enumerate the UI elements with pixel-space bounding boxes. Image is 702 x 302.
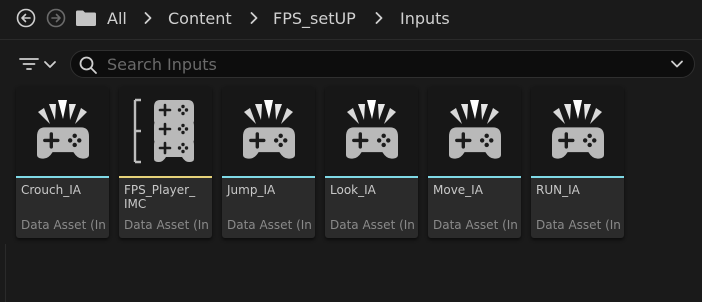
- breadcrumb-item-all[interactable]: All: [107, 9, 127, 28]
- asset-name: Look_IA: [330, 183, 376, 197]
- asset-type-label: Data Asset (In...: [330, 218, 416, 232]
- asset-type-color-bar: [428, 176, 521, 178]
- divider: [0, 39, 702, 40]
- chevron-down-icon: [44, 61, 56, 68]
- input-action-icon: [243, 100, 295, 159]
- breadcrumb-item-content[interactable]: Content: [168, 9, 232, 28]
- back-arrow-icon: [16, 8, 36, 28]
- asset-type-label: Data Asset (In...: [433, 218, 519, 232]
- input-action-icon: [37, 100, 89, 159]
- asset-type-color-bar: [531, 176, 624, 178]
- asset-thumbnail: [16, 86, 109, 176]
- asset-tile[interactable]: RUN_IA Data Asset (In...: [531, 86, 624, 238]
- filter-button[interactable]: [18, 53, 62, 75]
- asset-tile[interactable]: Crouch_IA Data Asset (In...: [16, 86, 109, 238]
- asset-type-color-bar: [325, 176, 418, 178]
- asset-type-color-bar: [119, 176, 212, 178]
- panel-splitter[interactable]: [5, 244, 6, 302]
- asset-thumbnail: [119, 86, 212, 176]
- asset-name: RUN_IA: [536, 183, 580, 197]
- filter-icon: [19, 58, 39, 70]
- breadcrumb-item-inputs[interactable]: Inputs: [400, 9, 450, 28]
- asset-thumbnail: [325, 86, 418, 176]
- search-placeholder: Search Inputs: [107, 55, 217, 74]
- asset-tile[interactable]: Move_IA Data Asset (In...: [428, 86, 521, 238]
- asset-type-label: Data Asset (In...: [227, 218, 313, 232]
- breadcrumb-separator-icon[interactable]: [374, 11, 384, 25]
- path-bar: All Content FPS_setUP Inputs: [0, 0, 702, 38]
- folder-icon[interactable]: [75, 9, 97, 27]
- asset-tile[interactable]: Look_IA Data Asset (In...: [325, 86, 418, 238]
- input-action-icon: [449, 100, 501, 159]
- search-input[interactable]: Search Inputs: [70, 50, 695, 78]
- asset-type-label: Data Asset (In...: [21, 218, 107, 232]
- asset-name: Move_IA: [433, 183, 483, 197]
- asset-thumbnail: [222, 86, 315, 176]
- breadcrumb-item-fps-setup[interactable]: FPS_setUP: [273, 9, 356, 28]
- asset-name: Jump_IA: [227, 183, 276, 197]
- asset-tile[interactable]: Jump_IA Data Asset (In...: [222, 86, 315, 238]
- asset-name: Crouch_IA: [21, 183, 81, 197]
- input-action-icon: [552, 100, 604, 159]
- forward-button[interactable]: [46, 8, 66, 28]
- asset-type-color-bar: [16, 176, 109, 178]
- breadcrumb-separator-icon[interactable]: [249, 11, 259, 25]
- forward-arrow-icon: [46, 8, 66, 28]
- asset-tile[interactable]: FPS_Player_ IMC Data Asset (In...: [119, 86, 212, 238]
- asset-type-label: Data Asset (In...: [124, 218, 210, 232]
- asset-thumbnail: [428, 86, 521, 176]
- asset-type-label: Data Asset (In...: [536, 218, 622, 232]
- search-options-chevron-icon[interactable]: [670, 59, 684, 69]
- input-mapping-context-icon: [133, 98, 194, 164]
- asset-type-color-bar: [222, 176, 315, 178]
- asset-thumbnail: [531, 86, 624, 176]
- input-action-icon: [346, 100, 398, 159]
- asset-name: FPS_Player_ IMC: [124, 183, 196, 211]
- search-icon: [79, 56, 97, 74]
- breadcrumb-separator-icon[interactable]: [143, 11, 153, 25]
- back-button[interactable]: [16, 8, 36, 28]
